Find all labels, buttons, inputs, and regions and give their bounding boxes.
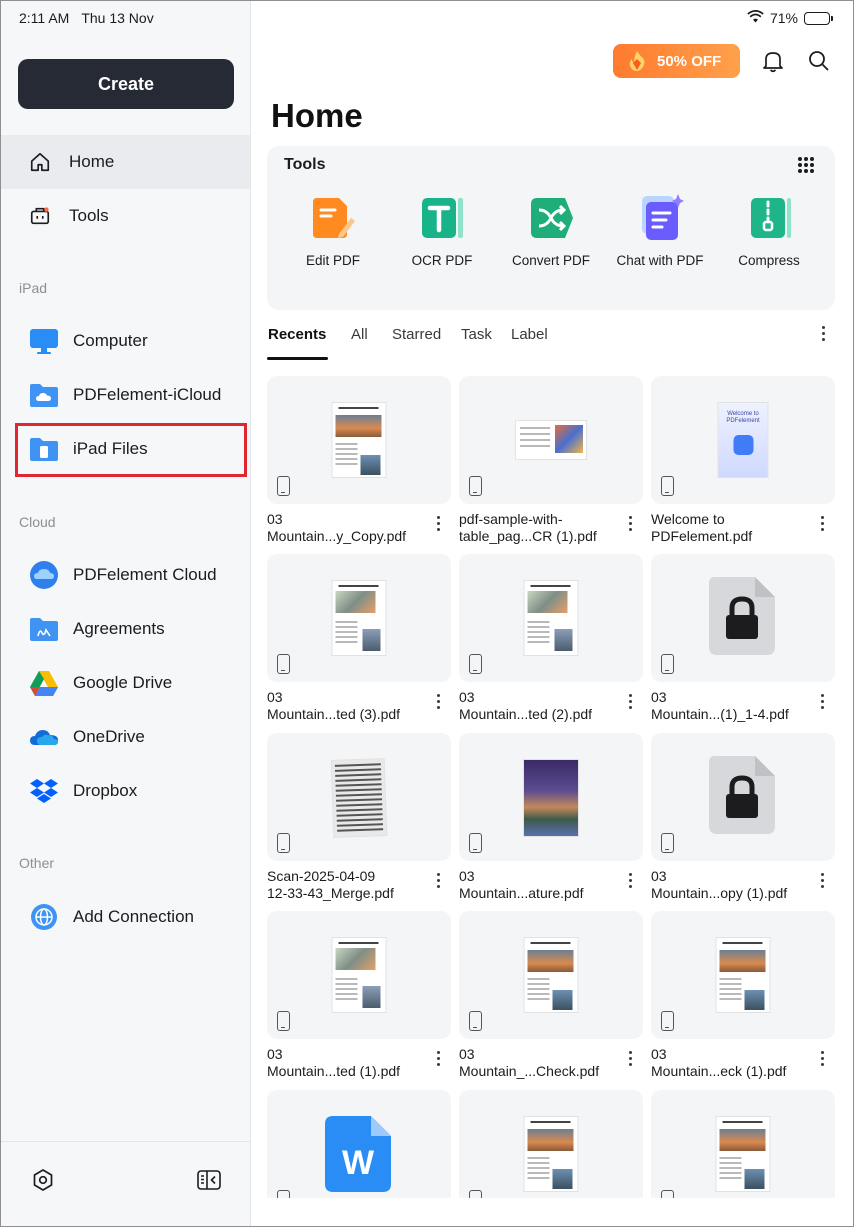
file-more-icon[interactable] [819,694,825,710]
file-card[interactable] [459,1090,643,1198]
file-thumbnail[interactable] [459,1090,643,1198]
file-more-icon[interactable] [627,1051,633,1067]
photo-thumbnail [524,760,578,836]
document-thumbnail [516,421,586,459]
device-icon [661,1190,674,1198]
file-more-icon[interactable] [435,873,441,889]
file-more-icon[interactable] [819,516,825,532]
file-more-icon[interactable] [435,694,441,710]
device-icon [469,476,482,496]
file-more-icon[interactable] [819,873,825,889]
file-name: 03 Mountain...eck (1).pdf [651,1046,787,1079]
device-icon [661,654,674,674]
file-more-icon[interactable] [435,1051,441,1067]
file-name: 03 Mountain...opy (1).pdf [651,868,788,901]
locked-file-icon [709,577,775,655]
device-icon [661,476,674,496]
file-thumbnail[interactable] [267,554,451,682]
device-icon [277,476,290,496]
device-icon [277,833,290,853]
file-card[interactable]: Scan-2025-04-09 12-33-43_Merge.pdf [267,733,451,902]
file-name: Welcome to PDFelement.pdf [651,511,753,544]
document-thumbnail [716,1117,770,1191]
file-grid: 03 Mountain...y_Copy.pdf pdf-sample-with-… [0,0,854,1198]
file-card[interactable]: 03 Mountain...ted (3).pdf [267,554,451,723]
device-icon [469,1011,482,1031]
file-thumbnail[interactable] [651,554,835,682]
file-name: 03 Mountain...ted (2).pdf [459,689,593,722]
document-thumbnail [332,403,386,477]
file-name: 03 Mountain_...Check.pdf [459,1046,600,1079]
file-card[interactable]: pdf-sample-with- table_pag...CR (1).pdf [459,376,643,545]
welcome-thumbnail: Welcome to PDFelement [718,403,768,477]
file-thumbnail[interactable] [459,554,643,682]
file-more-icon[interactable] [627,873,633,889]
file-thumbnail[interactable]: Welcome to PDFelement [651,376,835,504]
file-card[interactable]: 03 Mountain...ted (2).pdf [459,554,643,723]
document-thumbnail [524,1117,578,1191]
device-icon [277,1190,290,1198]
file-thumbnail[interactable] [651,733,835,861]
file-thumbnail[interactable] [651,1090,835,1198]
file-card[interactable]: W [267,1090,451,1198]
file-more-icon[interactable] [435,516,441,532]
scanned-page-thumbnail [331,759,387,837]
file-thumbnail[interactable] [459,911,643,1039]
file-name: 03 Mountain...ted (1).pdf [267,1046,401,1079]
file-name: 03 Mountain...y_Copy.pdf [267,511,407,544]
file-name: Scan-2025-04-09 12-33-43_Merge.pdf [267,868,394,901]
file-card[interactable]: 03 Mountain...eck (1).pdf [651,911,835,1080]
file-name: 03 Mountain...(1)_1-4.pdf [651,689,789,722]
document-thumbnail [332,938,386,1012]
document-thumbnail [524,581,578,655]
file-thumbnail[interactable] [267,911,451,1039]
file-name: 03 Mountain...ature.pdf [459,868,584,901]
file-card[interactable] [651,1090,835,1198]
document-thumbnail [332,581,386,655]
file-thumbnail[interactable] [459,376,643,504]
file-card[interactable]: 03 Mountain_...Check.pdf [459,911,643,1080]
device-icon [469,1190,482,1198]
file-card[interactable]: 03 Mountain...y_Copy.pdf [267,376,451,545]
file-thumbnail[interactable] [267,733,451,861]
document-thumbnail [524,938,578,1012]
file-card[interactable]: 03 Mountain...ted (1).pdf [267,911,451,1080]
file-more-icon[interactable] [627,516,633,532]
file-more-icon[interactable] [627,694,633,710]
device-icon [277,654,290,674]
device-icon [661,1011,674,1031]
file-more-icon[interactable] [819,1051,825,1067]
file-name: 03 Mountain...ted (3).pdf [267,689,401,722]
device-icon [469,833,482,853]
device-icon [661,833,674,853]
file-thumbnail[interactable] [459,733,643,861]
svg-text:W: W [342,1144,375,1182]
file-name: pdf-sample-with- table_pag...CR (1).pdf [459,511,597,544]
file-thumbnail[interactable] [651,911,835,1039]
file-card[interactable]: 03 Mountain...opy (1).pdf [651,733,835,902]
word-file-icon: W [325,1116,391,1192]
device-icon [277,1011,290,1031]
file-thumbnail[interactable]: W [267,1090,451,1198]
file-thumbnail[interactable] [267,376,451,504]
file-card[interactable]: 03 Mountain...(1)_1-4.pdf [651,554,835,723]
locked-file-icon [709,756,775,834]
file-card[interactable]: 03 Mountain...ature.pdf [459,733,643,902]
device-icon [469,654,482,674]
document-thumbnail [716,938,770,1012]
file-card[interactable]: Welcome to PDFelement Welcome to PDFeleme… [651,376,835,545]
